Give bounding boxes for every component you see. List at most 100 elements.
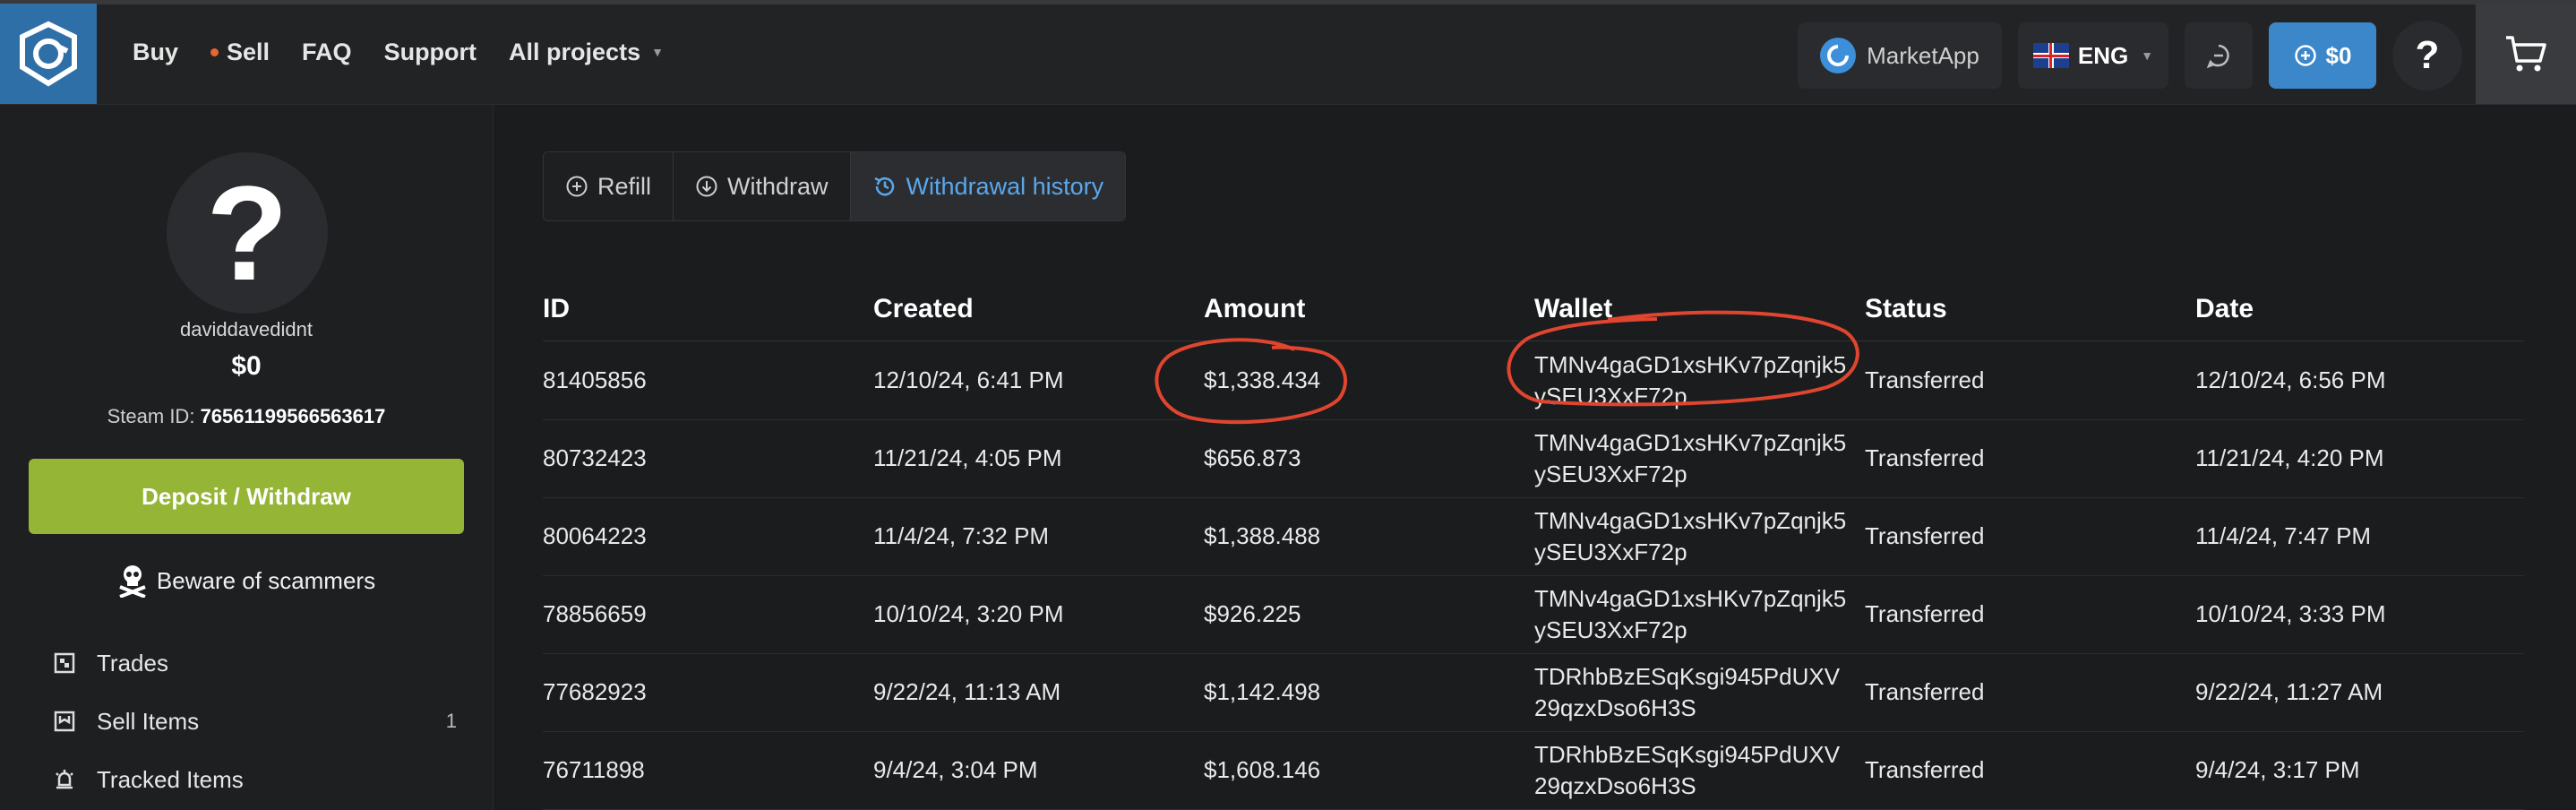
beware-of-scammers-label: Beware of scammers xyxy=(156,566,376,594)
plus-circle-icon xyxy=(566,176,588,197)
cell-amount: $926.225 xyxy=(1204,600,1301,628)
cell-id: 76711898 xyxy=(543,756,645,784)
avatar[interactable]: ? xyxy=(167,152,328,314)
tab-refill[interactable]: Refill xyxy=(544,152,674,220)
cell-date: 9/22/24, 11:27 AM xyxy=(2195,678,2383,706)
chat-icon xyxy=(2206,44,2229,69)
logo-icon xyxy=(20,21,77,87)
cell-id: 78856659 xyxy=(543,600,647,628)
tab-label: Withdrawal history xyxy=(906,172,1104,200)
table-row: 78856659 10/10/24, 3:20 PM $926.225 TMNv… xyxy=(543,576,2524,654)
cell-amount: $656.873 xyxy=(1204,444,1301,472)
tab-withdrawal-history[interactable]: Withdrawal history xyxy=(850,152,1126,220)
cell-status: Transferred xyxy=(1865,522,1985,550)
nav-buy[interactable]: Buy xyxy=(133,39,178,66)
nav-sell-label: Sell xyxy=(227,38,270,65)
tab-label: Refill xyxy=(597,172,652,200)
nav-all-projects[interactable]: All projects ▼ xyxy=(509,39,664,66)
cell-amount: $1,338.434 xyxy=(1204,366,1321,394)
cell-created: 9/22/24, 11:13 AM xyxy=(873,678,1061,706)
skull-crossbones-icon xyxy=(119,565,146,598)
cell-created: 11/4/24, 7:32 PM xyxy=(873,522,1050,550)
deposit-withdraw-button[interactable]: Deposit / Withdraw xyxy=(29,459,464,534)
cell-id: 81405856 xyxy=(543,366,647,394)
avatar-placeholder-icon: ? xyxy=(206,158,288,308)
top-navigation-bar: Buy Sell FAQ Support All projects ▼ Marke… xyxy=(0,0,2576,105)
cell-wallet: TMNv4gaGD1xsHKv7pZqnjk5ySEU3XxF72p xyxy=(1534,428,1847,487)
tab-withdraw[interactable]: Withdraw xyxy=(674,152,851,220)
column-header-status: Status xyxy=(1865,293,1947,323)
wallet-tabs: Refill Withdraw Withdrawal history xyxy=(543,151,1127,221)
chat-button[interactable] xyxy=(2185,22,2253,89)
profile-sidebar: ? daviddavedidnt $0 Steam ID: 7656119956… xyxy=(0,105,494,810)
nav-buy-label: Buy xyxy=(133,38,179,65)
marketapp-button[interactable]: MarketApp xyxy=(1798,22,2002,89)
nav-sell[interactable]: Sell xyxy=(210,39,270,66)
cell-date: 11/4/24, 7:47 PM xyxy=(2195,522,2372,550)
marketapp-label: MarketApp xyxy=(1867,41,1979,69)
cell-date: 11/21/24, 4:20 PM xyxy=(2195,444,2384,472)
table-row: 81405856 12/10/24, 6:41 PM $1,338.434 TM… xyxy=(543,342,2524,420)
column-header-id: ID xyxy=(543,293,570,323)
steam-id-value: 76561199566563617 xyxy=(200,405,386,427)
plus-circle-icon xyxy=(2294,45,2316,66)
main-nav: Buy Sell FAQ Support All projects ▼ xyxy=(133,0,664,104)
marketapp-icon xyxy=(1820,38,1857,73)
cell-wallet: TMNv4gaGD1xsHKv7pZqnjk5ySEU3XxF72p xyxy=(1534,584,1847,643)
cell-status: Transferred xyxy=(1865,600,1985,628)
cell-status: Transferred xyxy=(1865,444,1985,472)
column-header-wallet: Wallet xyxy=(1534,293,1613,323)
trades-icon xyxy=(54,652,75,674)
cell-id: 80064223 xyxy=(543,522,647,550)
sidebar-item-sell-items[interactable]: Sell Items 1 xyxy=(54,703,457,739)
column-header-amount: Amount xyxy=(1204,293,1306,323)
nav-faq-label: FAQ xyxy=(302,38,352,65)
nav-faq[interactable]: FAQ xyxy=(302,39,352,66)
help-icon: ? xyxy=(2415,33,2440,77)
sell-items-count: 1 xyxy=(445,710,457,732)
site-logo[interactable] xyxy=(0,4,97,104)
chevron-down-icon: ▼ xyxy=(651,45,664,59)
cart-button[interactable] xyxy=(2476,4,2576,104)
cell-wallet: TMNv4gaGD1xsHKv7pZqnjk5ySEU3XxF72p xyxy=(1534,506,1847,565)
steam-id-label: Steam ID: xyxy=(107,405,195,427)
cell-created: 10/10/24, 3:20 PM xyxy=(873,600,1064,628)
table-header: ID Created Amount Wallet Status Date xyxy=(543,278,2524,341)
table-row: 77682923 9/22/24, 11:13 AM $1,142.498 TD… xyxy=(543,654,2524,732)
cell-amount: $1,608.146 xyxy=(1204,756,1321,784)
cell-date: 10/10/24, 3:33 PM xyxy=(2195,600,2386,628)
table-row: 80064223 11/4/24, 7:32 PM $1,388.488 TMN… xyxy=(543,498,2524,576)
arrow-down-circle-icon xyxy=(696,176,717,197)
beware-of-scammers-link[interactable]: Beware of scammers xyxy=(0,564,493,598)
table-row: 76711898 9/4/24, 3:04 PM $1,608.146 TDRh… xyxy=(543,732,2524,810)
balance-button[interactable]: $0 xyxy=(2269,22,2376,89)
cell-date: 9/4/24, 3:17 PM xyxy=(2195,756,2360,784)
cell-id: 80732423 xyxy=(543,444,647,472)
cell-wallet: TDRhbBzESqKsgi945PdUXV29qzxDso6H3S xyxy=(1534,740,1841,799)
cell-created: 11/21/24, 4:05 PM xyxy=(873,444,1062,472)
history-icon xyxy=(873,177,894,196)
cell-created: 12/10/24, 6:41 PM xyxy=(873,366,1064,394)
cell-date: 12/10/24, 6:56 PM xyxy=(2195,366,2386,394)
tab-label: Withdraw xyxy=(727,172,829,200)
cell-created: 9/4/24, 3:04 PM xyxy=(873,756,1038,784)
sidebar-item-label: Tracked Items xyxy=(97,765,244,793)
cell-amount: $1,142.498 xyxy=(1204,678,1321,706)
column-header-date: Date xyxy=(2195,293,2254,323)
tracked-items-icon xyxy=(56,770,73,789)
nav-support[interactable]: Support xyxy=(384,39,477,66)
cell-id: 77682923 xyxy=(543,678,647,706)
cell-status: Transferred xyxy=(1865,756,1985,784)
cell-wallet: TMNv4gaGD1xsHKv7pZqnjk5ySEU3XxF72p xyxy=(1534,350,1847,409)
sidebar-item-label: Sell Items xyxy=(97,707,200,735)
cart-icon xyxy=(2506,36,2546,72)
sidebar-item-tracked-items[interactable]: Tracked Items xyxy=(54,762,457,797)
balance-label: $0 xyxy=(2325,41,2352,69)
sidebar-item-label: Trades xyxy=(97,649,168,676)
nav-all-projects-label: All projects xyxy=(509,38,641,65)
help-button[interactable]: ? xyxy=(2392,21,2462,90)
sell-items-icon xyxy=(54,711,75,732)
sidebar-item-trades[interactable]: Trades xyxy=(54,645,457,681)
language-selector[interactable]: ENG ▼ xyxy=(2018,22,2168,89)
cell-wallet: TDRhbBzESqKsgi945PdUXV29qzxDso6H3S xyxy=(1534,662,1841,721)
